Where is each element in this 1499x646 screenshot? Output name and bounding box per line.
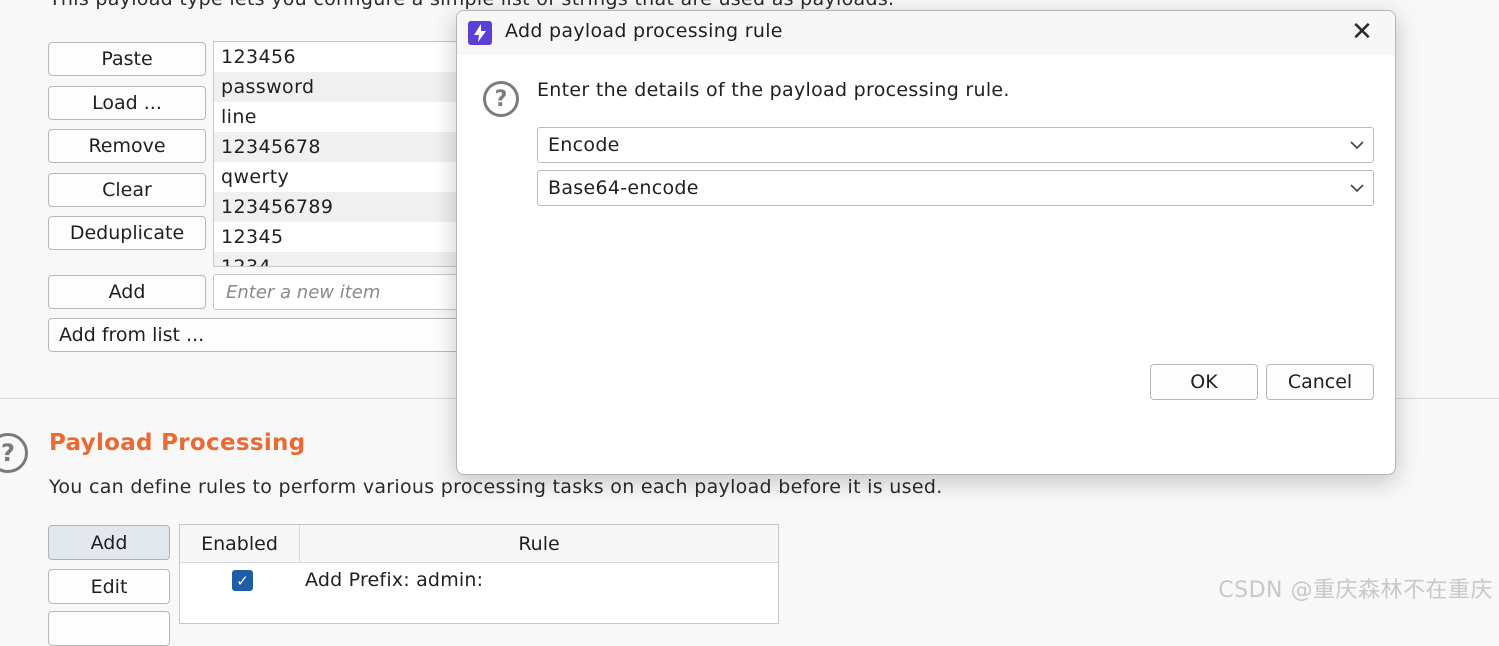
column-header-rule[interactable]: Rule	[300, 525, 778, 563]
rule-cell[interactable]: Add Prefix: admin:	[305, 569, 483, 591]
encode-option-select[interactable]: Base64-encode	[537, 170, 1374, 206]
section-description: You can define rules to perform various …	[49, 476, 943, 498]
rule-type-select[interactable]: Encode	[537, 127, 1374, 163]
cancel-button[interactable]: Cancel	[1266, 364, 1374, 400]
add-item-button[interactable]: Add	[48, 275, 206, 309]
rule-enabled-checkbox[interactable]: ✓	[232, 570, 253, 591]
add-from-list-dropdown[interactable]: Add from list ...	[48, 318, 513, 352]
add-rule-button[interactable]: Add	[48, 525, 170, 560]
dialog-title: Add payload processing rule	[505, 20, 783, 42]
ok-button[interactable]: OK	[1150, 364, 1258, 400]
burp-app-icon	[468, 21, 492, 45]
dialog-prompt: Enter the details of the payload process…	[537, 79, 1010, 101]
dialog-titlebar[interactable]: Add payload processing rule ✕	[457, 11, 1395, 55]
remove-rule-button[interactable]	[48, 611, 170, 646]
rule-type-value: Encode	[548, 134, 620, 156]
remove-button[interactable]: Remove	[48, 129, 206, 163]
column-header-enabled[interactable]: Enabled	[180, 525, 300, 563]
paste-button[interactable]: Paste	[48, 42, 206, 76]
encode-option-value: Base64-encode	[548, 177, 699, 199]
section-title: Payload Processing	[49, 430, 306, 456]
help-icon[interactable]: ?	[0, 433, 28, 473]
close-icon[interactable]: ✕	[1347, 17, 1377, 47]
watermark: CSDN @重庆森林不在重庆	[1218, 578, 1493, 603]
deduplicate-button[interactable]: Deduplicate	[48, 216, 206, 250]
chevron-down-icon	[1350, 141, 1364, 150]
help-icon: ?	[483, 81, 519, 117]
chevron-down-icon	[1350, 184, 1364, 193]
rules-table[interactable]: Enabled Rule ✓ Add Prefix: admin:	[179, 524, 779, 624]
edit-rule-button[interactable]: Edit	[48, 569, 170, 604]
load-button[interactable]: Load ...	[48, 86, 206, 120]
clear-button[interactable]: Clear	[48, 173, 206, 207]
add-rule-dialog: Add payload processing rule ✕ ? Enter th…	[456, 10, 1396, 475]
payload-type-description: This payload type lets you configure a s…	[49, 0, 894, 10]
